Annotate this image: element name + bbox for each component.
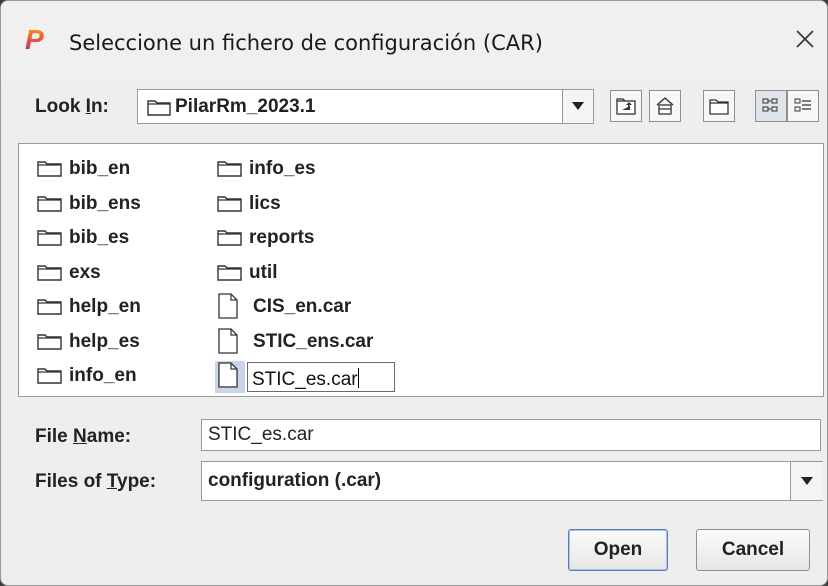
item-name: lics (249, 192, 281, 214)
svg-text:P: P (25, 25, 44, 55)
item-name: info_en (69, 365, 137, 386)
item-name: bib_en (69, 158, 131, 179)
home-icon (656, 97, 674, 115)
item-name: help_es (69, 330, 140, 352)
look-in-dropdown-button[interactable] (562, 90, 593, 123)
file-chooser-dialog: P Seleccione un fichero de configuración… (0, 0, 828, 586)
item-name: bib_es (69, 227, 130, 248)
item-name: reports (249, 227, 315, 248)
item-name: CIS_en.car (253, 296, 352, 317)
cancel-button[interactable]: Cancel (696, 529, 810, 571)
file-name-label: File Name: (35, 426, 132, 447)
item-name: help_en (69, 296, 141, 317)
folder-icon (217, 161, 242, 177)
item-name: exs (69, 261, 101, 283)
home-button[interactable] (649, 90, 681, 122)
folder-icon (147, 100, 171, 116)
title-bar: P Seleccione un fichero de configuración… (1, 1, 827, 81)
rename-editor[interactable]: STIC_es.car (247, 362, 395, 392)
window-title: Seleccione un fichero de configuración (… (69, 31, 543, 55)
file-icon (218, 327, 238, 354)
file-name-field[interactable]: STIC_es.car (201, 419, 821, 451)
folder-icon (37, 195, 62, 212)
item-name: STIC_ens.car (253, 330, 374, 352)
close-icon (796, 30, 814, 48)
p-logo-icon: P (25, 25, 44, 55)
item-name: info_es (249, 158, 316, 179)
folder-icon (37, 299, 62, 315)
folder-icon (37, 368, 62, 384)
folder-icon (37, 161, 62, 177)
files-of-type-dropdown-button[interactable] (790, 462, 823, 500)
item-name: bib_ens (69, 192, 141, 214)
folder-icon (217, 264, 242, 281)
folder-icon (37, 264, 62, 281)
files-of-type-combo[interactable]: configuration (.car) (201, 461, 823, 501)
chevron-down-icon (801, 477, 813, 485)
chevron-down-icon (572, 102, 584, 110)
list-view-icon (762, 98, 778, 112)
folder-icon (37, 333, 62, 350)
new-folder-icon (709, 99, 729, 115)
details-view-button[interactable] (787, 90, 819, 122)
item-name: util (249, 261, 278, 283)
files-of-type-value: configuration (.car) (208, 470, 382, 491)
file-list[interactable] (18, 143, 824, 397)
folder-icon (217, 195, 242, 212)
up-one-level-button[interactable] (610, 90, 642, 122)
new-folder-button[interactable] (703, 90, 735, 122)
up-folder-icon (616, 98, 636, 115)
file-icon (218, 293, 238, 319)
folder-icon (37, 230, 62, 246)
look-in-value: PilarRm_2023.1 (175, 96, 316, 117)
close-button[interactable] (791, 25, 819, 53)
look-in-label: Look In: (35, 96, 109, 117)
file-icon (218, 362, 238, 388)
list-view-button[interactable] (755, 90, 787, 122)
look-in-combo[interactable]: PilarRm_2023.1 (137, 89, 594, 124)
folder-icon (217, 230, 242, 246)
open-button[interactable]: Open (568, 529, 668, 571)
details-view-icon (794, 98, 811, 112)
files-of-type-label: Files of Type: (35, 471, 157, 492)
